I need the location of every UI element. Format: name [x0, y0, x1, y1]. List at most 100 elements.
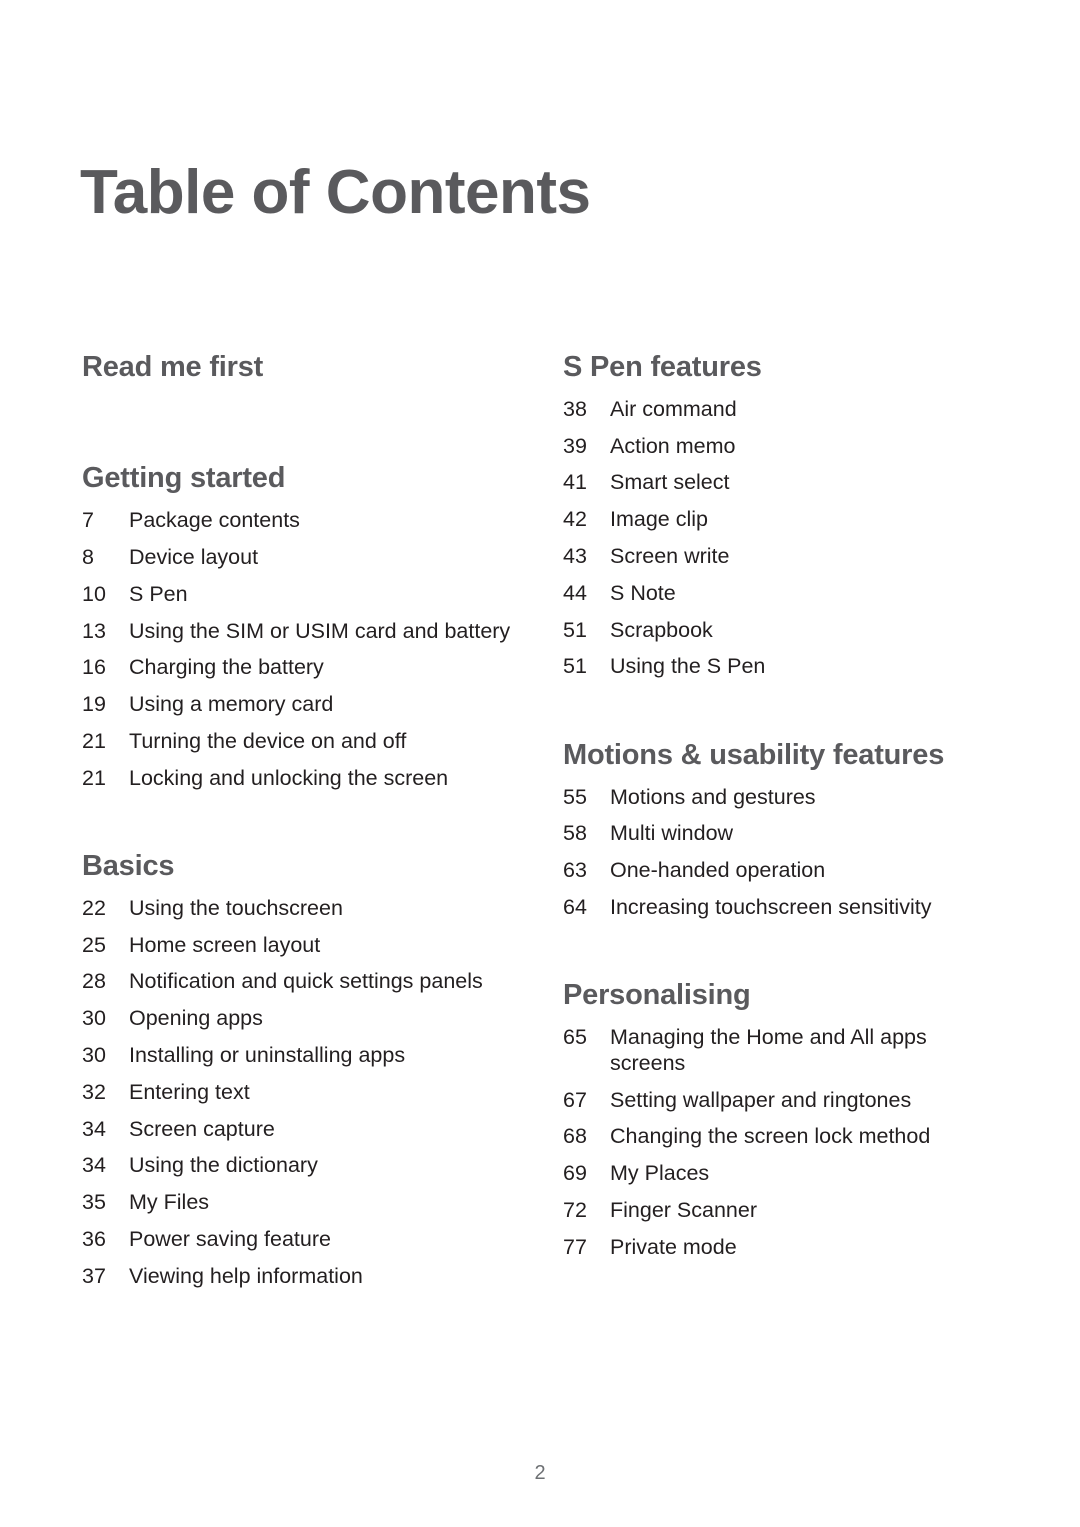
toc-entry[interactable]: 51 Using the S Pen — [563, 649, 1003, 686]
toc-entry-page-number: 8 — [82, 544, 94, 569]
toc-entry-title: Smart select — [610, 470, 730, 495]
toc-entry-page-number: 68 — [563, 1124, 587, 1149]
toc-entry-title: Turning the device on and off — [129, 728, 407, 753]
toc-entry-list: 22 Using the touchscreen 25 Home screen lay… — [82, 890, 522, 1295]
toc-entry-list: 65 Managing the Home and All apps screens… — [563, 1020, 1003, 1267]
toc-entry[interactable]: 39 Action memo — [563, 428, 1003, 465]
toc-entry-title: Opening apps — [129, 1006, 263, 1031]
toc-section-heading: Motions & usability features — [563, 738, 945, 771]
toc-entry-page-number: 77 — [563, 1234, 587, 1259]
toc-entry[interactable]: 64 Increasing touchscreen sensitivity — [563, 889, 1003, 926]
toc-entry[interactable]: 22 Using the touchscreen — [82, 890, 522, 927]
toc-entry[interactable]: 19 Using a memory card — [82, 687, 522, 724]
toc-entry[interactable]: 8 Device layout — [82, 539, 522, 576]
toc-section-heading: S Pen features — [563, 351, 762, 383]
toc-entry-title: Multi window — [610, 821, 734, 846]
toc-entry-page-number: 22 — [82, 895, 106, 920]
toc-entry-page-number: 43 — [563, 544, 587, 568]
toc-entry-page-number: 35 — [82, 1190, 106, 1215]
toc-entry[interactable]: 67 Setting wallpaper and ringtones — [563, 1082, 1003, 1119]
toc-entry[interactable]: 30 Opening apps — [82, 1001, 522, 1038]
toc-entry[interactable]: 16 Charging the battery — [82, 650, 522, 687]
toc-entry-page-number: 7 — [82, 508, 94, 533]
toc-entry-page-number: 55 — [563, 784, 587, 809]
toc-entry-list: 38 Air command 39 Action memo 41 Smart select… — [563, 391, 1003, 685]
toc-entry[interactable]: 63 One-handed operation — [563, 853, 1003, 890]
toc-entry[interactable]: 68 Changing the screen lock method — [563, 1119, 1003, 1156]
toc-section: Personalising 65 Managing the Home and All… — [563, 979, 1003, 1267]
toc-entry[interactable]: 38 Air command — [563, 391, 1003, 428]
toc-entry-page-number: 36 — [82, 1226, 106, 1251]
toc-entry[interactable]: 34 Screen capture — [82, 1111, 522, 1148]
toc-entry-title: Managing the Home and All apps screens — [610, 1025, 927, 1075]
toc-section: Read me first — [82, 351, 522, 383]
toc-entry-title: Motions and gestures — [610, 784, 816, 809]
toc-entry[interactable]: 72 Finger Scanner — [563, 1192, 1003, 1229]
toc-entry-page-number: 19 — [82, 692, 106, 717]
toc-entry[interactable]: 55 Motions and gestures — [563, 779, 1003, 816]
toc-entry-page-number: 16 — [82, 655, 106, 680]
toc-entry-title: Using the S Pen — [610, 654, 766, 679]
toc-entry[interactable]: 37 Viewing help information — [82, 1258, 522, 1295]
toc-entry-page-number: 41 — [563, 470, 587, 495]
toc-entry-page-number: 51 — [563, 654, 587, 679]
toc-entry-page-number: 28 — [82, 969, 106, 994]
toc-entry-page-number: 34 — [82, 1153, 106, 1178]
toc-entry[interactable]: 25 Home screen layout — [82, 927, 522, 964]
toc-entry[interactable]: 51 Scrapbook — [563, 612, 1003, 649]
toc-entry-page-number: 21 — [82, 728, 106, 753]
toc-entry-page-number: 44 — [563, 580, 587, 605]
page-title: Table of Contents — [80, 157, 591, 227]
toc-entry-title: My Files — [129, 1190, 210, 1215]
toc-entry-page-number: 30 — [82, 1006, 106, 1031]
toc-entry-title: Using the SIM or USIM card and battery — [129, 618, 511, 643]
toc-entry-page-number: 32 — [82, 1079, 106, 1104]
toc-entry[interactable]: 21 Turning the device on and off — [82, 723, 522, 760]
toc-entry-page-number: 37 — [82, 1263, 106, 1288]
toc-column-left: Read me first Getting started 7 Package con… — [82, 351, 522, 1295]
toc-entry[interactable]: 21 Locking and unlocking the screen — [82, 760, 522, 797]
toc-entry[interactable]: 28 Notification and quick settings panels — [82, 964, 522, 1001]
toc-entry[interactable]: 58 Multi window — [563, 816, 1003, 853]
toc-entry-title: Entering text — [129, 1079, 250, 1104]
toc-entry-title: Power saving feature — [129, 1226, 331, 1251]
toc-section-heading: Read me first — [82, 351, 264, 383]
toc-entry[interactable]: 65 Managing the Home and All apps screens — [563, 1020, 1003, 1083]
toc-entry[interactable]: 77 Private mode — [563, 1229, 1003, 1266]
toc-entry[interactable]: 13 Using the SIM or USIM card and battery — [82, 613, 522, 650]
toc-entry[interactable]: 30 Installing or uninstalling apps — [82, 1038, 522, 1075]
toc-entry-title: Installing or uninstalling apps — [129, 1043, 406, 1067]
toc-entry[interactable]: 44 S Note — [563, 575, 1003, 612]
toc-entry[interactable]: 7 Package contents — [82, 503, 522, 540]
toc-entry-title: One-handed operation — [610, 858, 826, 883]
toc-entry-title: Image clip — [610, 507, 708, 532]
toc-entry-page-number: 30 — [82, 1043, 106, 1067]
toc-section-heading: Basics — [82, 850, 175, 882]
toc-entry[interactable]: 42 Image clip — [563, 502, 1003, 539]
toc-entry-title: S Pen — [129, 581, 188, 606]
toc-section: Basics 22 Using the touchscreen 25 Home scre… — [82, 850, 522, 1295]
toc-entry[interactable]: 36 Power saving feature — [82, 1221, 522, 1258]
toc-entry[interactable]: 43 Screen write — [563, 539, 1003, 576]
toc-entry-title: Notification and quick settings panels — [129, 969, 483, 994]
toc-section: S Pen features 38 Air command 39 Action memo… — [563, 351, 1003, 686]
toc-entry[interactable]: 35 My Files — [82, 1185, 522, 1222]
toc-entry-title: Screen capture — [129, 1116, 275, 1141]
toc-entry-page-number: 39 — [563, 433, 587, 458]
toc-entry-title: Charging the battery — [129, 655, 324, 680]
toc-entry[interactable]: 69 My Places — [563, 1156, 1003, 1193]
toc-entry[interactable]: 41 Smart select — [563, 465, 1003, 502]
toc-section-heading: Getting started — [82, 462, 286, 495]
toc-entry-page-number: 42 — [563, 507, 587, 532]
toc-entry-title: Scrapbook — [610, 617, 713, 642]
toc-entry-title: Using a memory card — [129, 692, 334, 717]
toc-entry-title: Viewing help information — [129, 1263, 363, 1288]
toc-entry-title: Finger Scanner — [610, 1197, 757, 1222]
toc-entry[interactable]: 32 Entering text — [82, 1074, 522, 1111]
toc-entry[interactable]: 34 Using the dictionary — [82, 1148, 522, 1185]
toc-entry-list: 7 Package contents 8 Device layout 10 S Pen 13… — [82, 503, 522, 797]
toc-entry[interactable]: 10 S Pen — [82, 576, 522, 613]
